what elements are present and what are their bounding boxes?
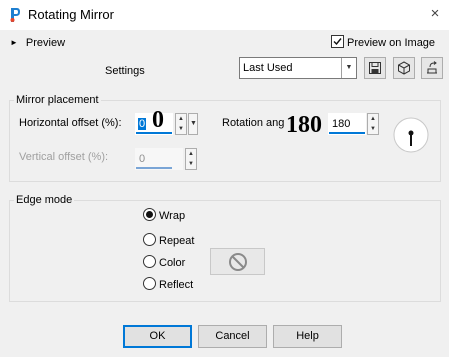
radio-wrap-label: Wrap [159,210,186,222]
reset-default-button[interactable] [421,57,443,79]
no-color-icon [229,253,247,271]
preview-on-image-label: Preview on Image [347,37,436,49]
slider-arrow-icon: ▼ [190,120,197,127]
preview-on-image-checkbox[interactable]: Preview on Image [331,35,435,49]
horizontal-offset-value: 0 [138,118,147,130]
reset-default-icon [427,61,437,74]
save-preset-button[interactable] [364,57,386,79]
vertical-offset-label: Vertical offset (%): [19,151,109,163]
edge-mode-label: Edge mode [14,194,75,206]
spin-down-icon[interactable]: ▼ [176,124,186,134]
spin-up-icon[interactable]: ▲ [176,114,186,124]
spin-up-icon[interactable]: ▲ [368,114,378,124]
radio-unselected-icon [143,255,156,268]
preview-label: Preview [25,37,66,49]
angle-dial-icon [393,117,429,153]
expand-arrow-icon: ► [10,38,18,47]
radio-selected-icon [143,208,156,221]
rotation-angle-overlay: 180 [284,111,324,139]
checkbox-checked-icon [331,35,344,48]
close-icon: × [430,5,440,22]
window-title: Rotating Mirror [28,7,114,22]
radio-repeat[interactable]: Repeat [143,233,194,247]
ok-button[interactable]: OK [123,325,192,348]
vertical-offset-input[interactable]: 0 [135,148,183,170]
horizontal-offset-overlay: 0 [152,107,164,133]
preview-toggle[interactable]: ► Preview [10,36,65,50]
horizontal-offset-label: Horizontal offset (%): [19,117,122,129]
rotation-dial[interactable] [392,116,430,154]
radio-repeat-label: Repeat [159,235,195,247]
vertical-offset-value: 0 [139,153,146,165]
preset-manager-button[interactable] [393,57,415,79]
color-swatch[interactable] [210,248,265,275]
radio-wrap[interactable]: Wrap [143,208,185,222]
radio-reflect-label: Reflect [159,279,194,291]
cancel-button[interactable]: Cancel [198,325,267,348]
rotation-angle-spinner[interactable]: ▲ ▼ [367,113,379,135]
radio-color[interactable]: Color [143,255,185,269]
preset-dropdown[interactable]: Last Used ▼ [239,57,357,79]
horizontal-offset-slider-button[interactable]: ▼ [188,113,198,135]
vertical-offset-spinner[interactable]: ▲ ▼ [185,148,197,170]
focus-underline [329,132,365,134]
mirror-placement-label: Mirror placement [14,94,101,106]
spin-down-icon[interactable]: ▼ [368,124,378,134]
rotation-angle-input[interactable]: 180 [328,113,366,135]
save-preset-icon [369,62,381,74]
horizontal-offset-spinner[interactable]: ▲ ▼ [175,113,187,135]
radio-color-label: Color [159,257,186,269]
preset-value: Last Used [243,62,293,74]
help-button[interactable]: Help [273,325,342,348]
spin-up-icon[interactable]: ▲ [186,149,196,159]
settings-label: Settings [105,65,145,77]
preset-manager-icon [398,61,410,75]
radio-reflect[interactable]: Reflect [143,277,193,291]
radio-unselected-icon [143,233,156,246]
close-button[interactable]: × [424,3,446,25]
app-logo-icon [9,7,21,23]
chevron-down-icon[interactable]: ▼ [341,58,356,78]
radio-unselected-icon [143,277,156,290]
rotation-angle-value: 180 [332,118,351,130]
spin-down-icon[interactable]: ▼ [186,159,196,169]
focus-underline [136,167,172,169]
